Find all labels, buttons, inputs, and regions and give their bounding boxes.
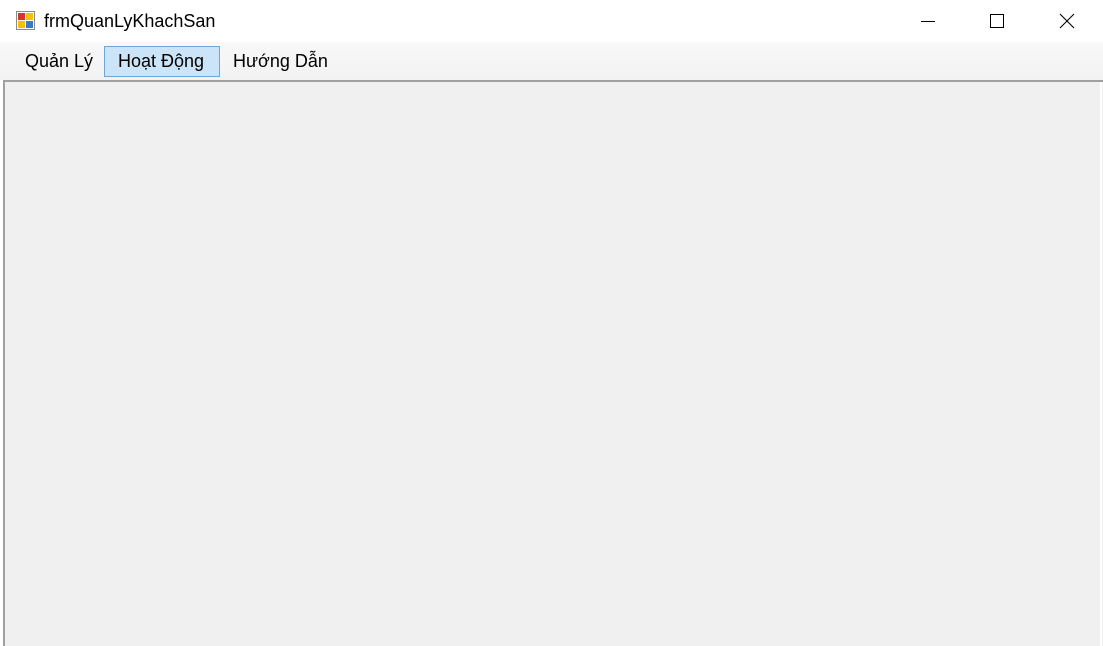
mdi-client-area[interactable] <box>3 80 1103 646</box>
minimize-button[interactable] <box>905 0 951 42</box>
menu-huong-dan[interactable]: Hướng Dẫn <box>219 46 342 77</box>
close-icon <box>1059 13 1075 29</box>
app-form-icon <box>16 11 35 30</box>
close-button[interactable] <box>1044 0 1090 42</box>
menu-bar: Quản Lý Hoạt Động Hướng Dẫn <box>0 42 1103 80</box>
maximize-button[interactable] <box>974 0 1020 42</box>
menu-quan-ly[interactable]: Quản Lý <box>11 46 107 77</box>
title-bar[interactable]: frmQuanLyKhachSan <box>0 0 1103 42</box>
minimize-icon <box>921 21 935 22</box>
main-window: frmQuanLyKhachSan Quản Lý Hoạt Động Hướn… <box>0 0 1103 646</box>
window-title: frmQuanLyKhachSan <box>44 11 216 31</box>
window-right-edge <box>1100 82 1102 646</box>
maximize-icon <box>990 14 1004 28</box>
menu-hoat-dong[interactable]: Hoạt Động <box>104 46 220 77</box>
